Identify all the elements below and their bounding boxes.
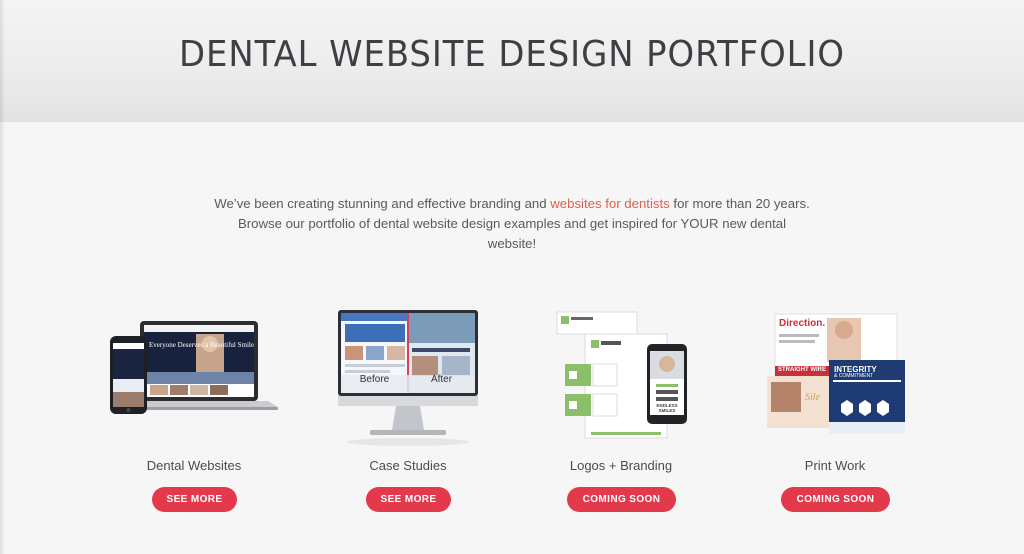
print-work-image[interactable]: Direction. STRAIGHT WIRE INTEGRITY & COM… xyxy=(745,304,925,449)
card-label: Dental Websites xyxy=(146,458,242,473)
flyer-title: Direction. xyxy=(779,318,826,329)
flyer-banner-sub: & COMMITMENT xyxy=(834,373,874,379)
logos-branding-image[interactable]: ENDLESS SMILES xyxy=(531,304,711,449)
left-edge-shadow xyxy=(0,0,5,554)
card-label: Logos + Branding xyxy=(569,458,673,473)
page-title: DENTAL WEBSITE DESIGN PORTFOLIO xyxy=(179,34,845,75)
portfolio-card-logos-branding: ENDLESS SMILES Logos + Branding COMING S… xyxy=(531,304,711,519)
see-more-case-studies-button[interactable]: SEE MORE xyxy=(366,487,451,512)
see-more-dental-websites-button[interactable]: SEE MORE xyxy=(152,487,237,512)
coming-soon-logos-button[interactable]: COMING SOON xyxy=(567,487,676,512)
brand-text: ENDLESS SMILES xyxy=(656,403,678,413)
case-studies-image[interactable]: Before After xyxy=(318,304,498,449)
intro-text-start: We’ve been creating stunning and effecti… xyxy=(214,196,551,211)
websites-for-dentists-link[interactable]: websites for dentists xyxy=(550,196,669,211)
portfolio-card-print-work: Direction. STRAIGHT WIRE INTEGRITY & COM… xyxy=(745,304,925,519)
coming-soon-print-button[interactable]: COMING SOON xyxy=(781,487,890,512)
portfolio-card-dental-websites: Everyone Deserves a Beautiful Smile Dent… xyxy=(104,304,284,519)
before-label: Before xyxy=(359,374,390,385)
dental-websites-image[interactable]: Everyone Deserves a Beautiful Smile xyxy=(104,304,284,449)
hero-banner: DENTAL WEBSITE DESIGN PORTFOLIO xyxy=(0,0,1024,122)
flyer-strip: STRAIGHT WIRE xyxy=(778,367,826,373)
card-label: Print Work xyxy=(804,458,866,473)
svg-text:Everyone Deserves a Beautiful: Everyone Deserves a Beautiful Smile xyxy=(149,341,254,349)
after-label: After xyxy=(430,374,453,385)
flyer-tag: Sile xyxy=(805,392,820,403)
card-label: Case Studies xyxy=(369,458,447,473)
intro-paragraph: We’ve been creating stunning and effecti… xyxy=(212,194,812,254)
portfolio-card-case-studies: Before After Case Studies SEE MORE xyxy=(318,304,498,519)
